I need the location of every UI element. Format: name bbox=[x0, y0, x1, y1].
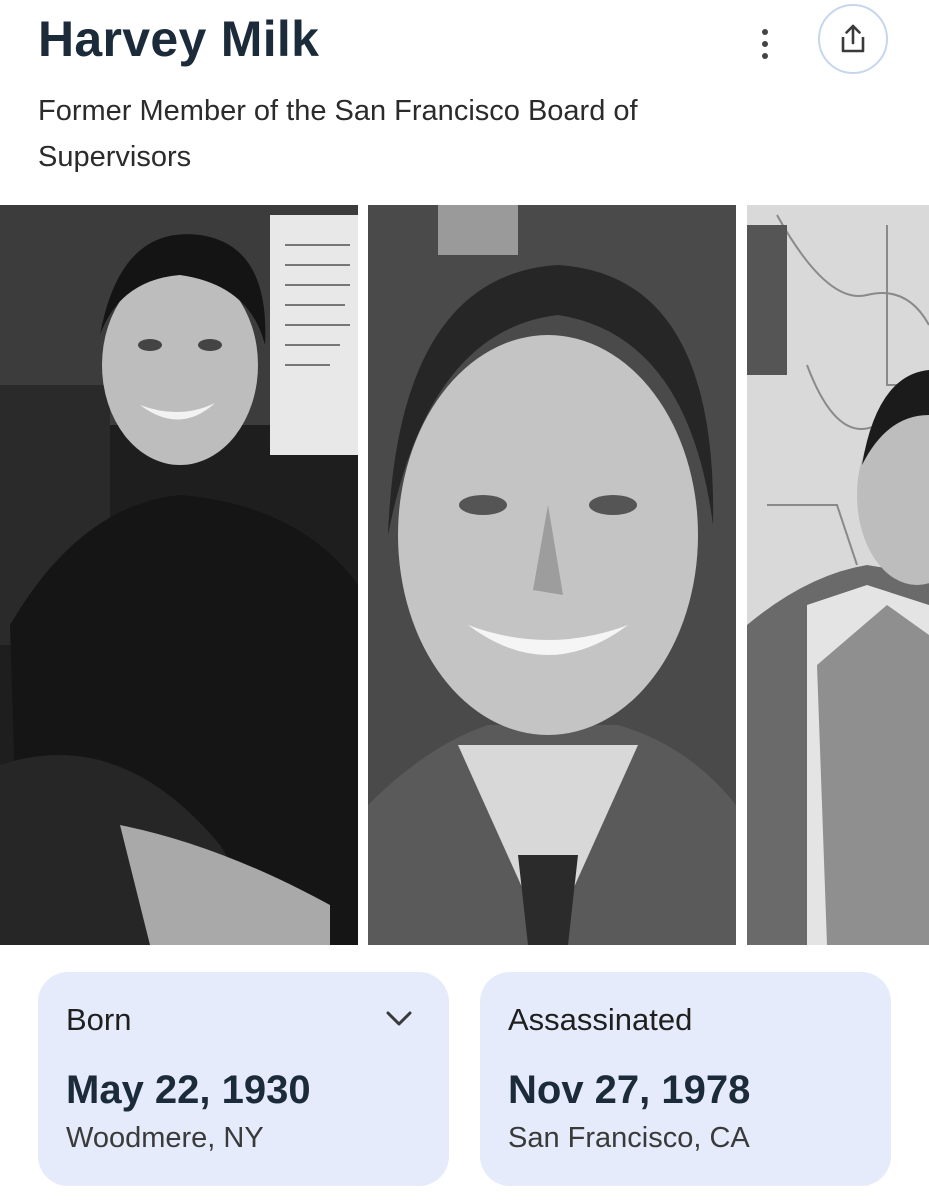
page-subtitle: Former Member of the San Francisco Board… bbox=[38, 95, 638, 173]
assassinated-date: Nov 27, 1978 bbox=[508, 1068, 751, 1112]
assassinated-card: Assassinated Nov 27, 1978 San Francisco,… bbox=[480, 972, 891, 1186]
born-date: May 22, 1930 bbox=[66, 1068, 311, 1112]
image-thumbnail-1[interactable] bbox=[0, 205, 358, 945]
assassinated-place: San Francisco, CA bbox=[508, 1122, 750, 1154]
share-icon bbox=[841, 24, 865, 53]
more-options-button[interactable] bbox=[748, 22, 782, 66]
more-vert-icon-dot bbox=[762, 41, 768, 47]
page-title: Harvey Milk bbox=[38, 11, 320, 67]
born-place: Woodmere, NY bbox=[66, 1122, 264, 1154]
image-carousel[interactable] bbox=[0, 205, 929, 945]
more-vert-icon-dot bbox=[762, 53, 768, 59]
born-label: Born bbox=[66, 1002, 132, 1037]
image-thumbnail-3[interactable] bbox=[747, 205, 929, 945]
assassinated-label: Assassinated bbox=[508, 1002, 693, 1037]
chevron-down-icon[interactable] bbox=[385, 1010, 413, 1028]
image-thumbnail-2[interactable] bbox=[368, 205, 736, 945]
share-button[interactable] bbox=[818, 4, 888, 74]
more-vert-icon bbox=[762, 29, 768, 35]
born-card[interactable]: Born May 22, 1930 Woodmere, NY bbox=[38, 972, 449, 1186]
